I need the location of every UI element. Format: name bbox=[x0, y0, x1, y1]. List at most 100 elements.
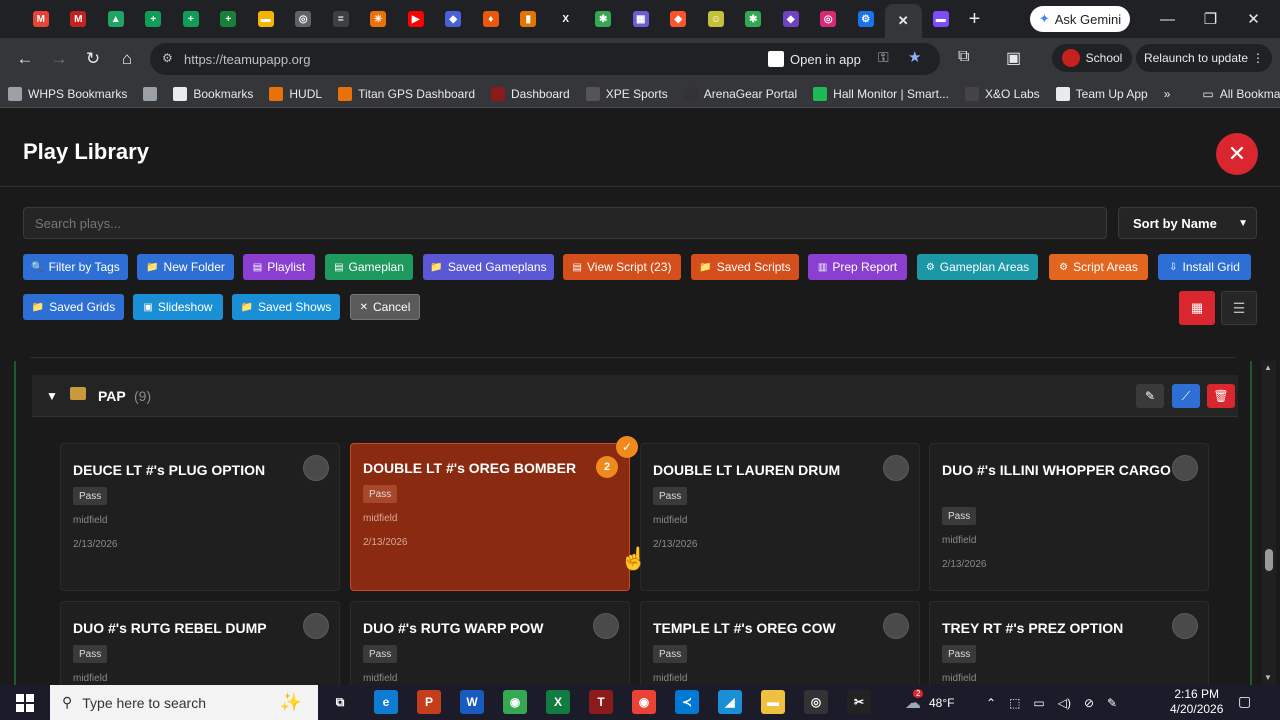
browser-tab[interactable]: ☺ bbox=[697, 0, 735, 38]
powerpoint-icon[interactable]: P bbox=[417, 690, 441, 714]
address-bar[interactable]: ⚙ https://teamupapp.org Open in app ⚿ ★ bbox=[150, 43, 940, 75]
volume-icon[interactable]: ◁) bbox=[1058, 696, 1071, 710]
browser-tab[interactable]: ✳ bbox=[360, 0, 398, 38]
play-card[interactable]: TEMPLE LT #'s OREG COW Pass midfield bbox=[640, 601, 920, 685]
filter-by-tags-button[interactable]: 🔍 Filter by Tags bbox=[23, 254, 128, 280]
app-icon[interactable]: T bbox=[589, 690, 613, 714]
bookmark-item[interactable]: ArenaGear Portal bbox=[676, 86, 805, 101]
bookmark-item[interactable]: Dashboard bbox=[483, 86, 578, 101]
bookmark-item[interactable]: Bookmarks bbox=[165, 86, 261, 101]
saved-shows-button[interactable]: 📁 Saved Shows bbox=[232, 294, 340, 320]
ask-gemini-button[interactable]: ✦ Ask Gemini bbox=[1030, 6, 1130, 32]
saved-gameplans-button[interactable]: 📁 Saved Gameplans bbox=[423, 254, 554, 280]
gameplan-areas-button[interactable]: ⚙ Gameplan Areas bbox=[917, 254, 1038, 280]
password-key-icon[interactable]: ⚿ bbox=[878, 49, 889, 66]
delete-icon[interactable]: 🗑 bbox=[1207, 384, 1235, 408]
relaunch-button[interactable]: Relaunch to update ⋮ bbox=[1136, 44, 1272, 72]
task-view-icon[interactable]: ⧉ bbox=[328, 690, 352, 714]
play-card[interactable]: DUO #'s RUTG WARP POW Pass midfield bbox=[350, 601, 630, 685]
file-explorer-icon[interactable]: ▬ bbox=[761, 690, 785, 714]
bookmark-item[interactable]: HUDL bbox=[261, 86, 330, 101]
select-radio[interactable] bbox=[883, 613, 909, 639]
browser-tab[interactable]: ✱ bbox=[585, 0, 623, 38]
notifications-icon[interactable]: ▢ bbox=[1238, 693, 1251, 710]
star-icon[interactable]: ★ bbox=[908, 48, 921, 66]
active-tab[interactable]: ✕ bbox=[884, 4, 922, 38]
extensions-icon[interactable]: ⧉ bbox=[958, 48, 969, 66]
collapse-arrow-icon[interactable]: ▼ bbox=[46, 389, 58, 403]
select-radio[interactable] bbox=[1172, 455, 1198, 481]
play-card[interactable]: DOUBLE LT LAUREN DRUM Pass midfield 2/13/20… bbox=[640, 443, 920, 591]
chevron-up-icon[interactable]: ⌃ bbox=[986, 696, 996, 710]
window-close-button[interactable]: ✕ bbox=[1232, 0, 1275, 38]
bookmark-item[interactable] bbox=[135, 86, 165, 101]
select-radio[interactable] bbox=[303, 455, 329, 481]
bookmark-item[interactable]: XPE Sports bbox=[578, 86, 676, 101]
browser-tab[interactable]: ◎ bbox=[285, 0, 323, 38]
weather-widget[interactable]: ☁ 2 48°F bbox=[905, 685, 954, 720]
browser-tab[interactable]: M bbox=[60, 0, 98, 38]
excel-icon[interactable]: X bbox=[546, 690, 570, 714]
saved-scripts-button[interactable]: 📁 Saved Scripts bbox=[691, 254, 799, 280]
side-panel-icon[interactable]: ▣ bbox=[1006, 48, 1021, 68]
word-icon[interactable]: W bbox=[460, 690, 484, 714]
browser-tab[interactable]: ◎ bbox=[810, 0, 848, 38]
select-radio[interactable] bbox=[303, 613, 329, 639]
sort-select[interactable]: Sort by Name ▼ bbox=[1118, 207, 1257, 239]
profile-chip[interactable]: School bbox=[1052, 44, 1132, 72]
prep-report-button[interactable]: ▥ Prep Report bbox=[808, 254, 907, 280]
chrome-icon[interactable]: ◉ bbox=[503, 690, 527, 714]
more-bookmarks-icon[interactable]: » bbox=[1156, 87, 1179, 101]
view-script-23-button[interactable]: ▤ View Script (23) bbox=[563, 254, 681, 280]
new-folder-button[interactable]: 📁 New Folder bbox=[137, 254, 234, 280]
play-card[interactable]: DUO #'s RUTG REBEL DUMP Pass midfield bbox=[60, 601, 340, 685]
browser-tab[interactable]: ◆ bbox=[660, 0, 698, 38]
app-icon[interactable]: ◢ bbox=[718, 690, 742, 714]
edge-icon[interactable]: e bbox=[374, 690, 398, 714]
select-radio[interactable] bbox=[883, 455, 909, 481]
browser-tab[interactable]: + bbox=[135, 0, 173, 38]
saved-grids-button[interactable]: 📁 Saved Grids bbox=[23, 294, 124, 320]
cancel-button[interactable]: ✕ Cancel bbox=[350, 294, 420, 320]
open-in-app-button[interactable]: Open in app bbox=[768, 47, 861, 71]
script-areas-button[interactable]: ⚙ Script Areas bbox=[1049, 254, 1148, 280]
restore-button[interactable]: ❐ bbox=[1189, 0, 1232, 38]
install-grid-button[interactable]: ⇩ Install Grid bbox=[1158, 254, 1251, 280]
slideshow-button[interactable]: ▣ Slideshow bbox=[133, 294, 223, 320]
play-card[interactable]: DOUBLE LT #'s OREG BOMBER 2 ✓ Pass midfield 2… bbox=[350, 436, 638, 591]
browser-tab[interactable]: ▲ bbox=[97, 0, 135, 38]
play-card[interactable]: TREY RT #'s PREZ OPTION Pass midfield bbox=[929, 601, 1209, 685]
scroll-up-icon[interactable]: ▲ bbox=[1264, 363, 1272, 372]
obs-icon[interactable]: ◎ bbox=[804, 690, 828, 714]
browser-tab[interactable]: ▮ bbox=[510, 0, 548, 38]
battery-icon[interactable]: ▭ bbox=[1033, 696, 1044, 710]
new-tab-button[interactable]: + bbox=[960, 0, 990, 38]
bookmark-item[interactable]: X&O Labs bbox=[957, 86, 1048, 101]
browser-tab[interactable]: ✱ bbox=[735, 0, 773, 38]
bookmark-item[interactable]: Team Up App bbox=[1048, 86, 1156, 101]
browser-tab[interactable]: ◆ bbox=[772, 0, 810, 38]
playlist-button[interactable]: ▤ Playlist bbox=[243, 254, 315, 280]
browser-tab[interactable]: ♦ bbox=[472, 0, 510, 38]
bookmark-item[interactable]: Hall Monitor | Smart... bbox=[805, 86, 957, 101]
list-view-button[interactable]: ☰ bbox=[1221, 291, 1257, 325]
folder-header[interactable]: ▼ PAP (9) ✎ ⟋ 🗑 bbox=[32, 375, 1238, 417]
bookmark-item[interactable]: WHPS Bookmarks bbox=[0, 86, 135, 101]
back-icon[interactable]: ← bbox=[8, 42, 42, 76]
browser-tab[interactable]: + bbox=[172, 0, 210, 38]
browser-tab[interactable]: ⚙ bbox=[847, 0, 885, 38]
grid-view-button[interactable]: ▦ bbox=[1179, 291, 1215, 325]
vscode-icon[interactable]: ≺ bbox=[675, 690, 699, 714]
browser-tab[interactable]: = bbox=[322, 0, 360, 38]
site-info-icon[interactable]: ⚙ bbox=[162, 51, 173, 65]
scrollbar[interactable]: ▲ ▼ bbox=[1262, 361, 1276, 685]
browser-tab[interactable]: ▬ bbox=[247, 0, 285, 38]
close-library-button[interactable]: ✕ bbox=[1216, 133, 1258, 175]
rename-icon[interactable]: ⟋ bbox=[1172, 384, 1200, 408]
browser-tab[interactable]: ◆ bbox=[435, 0, 473, 38]
home-icon[interactable]: ⌂ bbox=[110, 42, 144, 76]
browser-tab[interactable]: ▶ bbox=[397, 0, 435, 38]
minimize-button[interactable]: — bbox=[1146, 0, 1189, 38]
all-bookmarks[interactable]: ▭ All Bookmarks bbox=[1194, 87, 1280, 101]
reload-icon[interactable]: ↻ bbox=[76, 42, 110, 76]
